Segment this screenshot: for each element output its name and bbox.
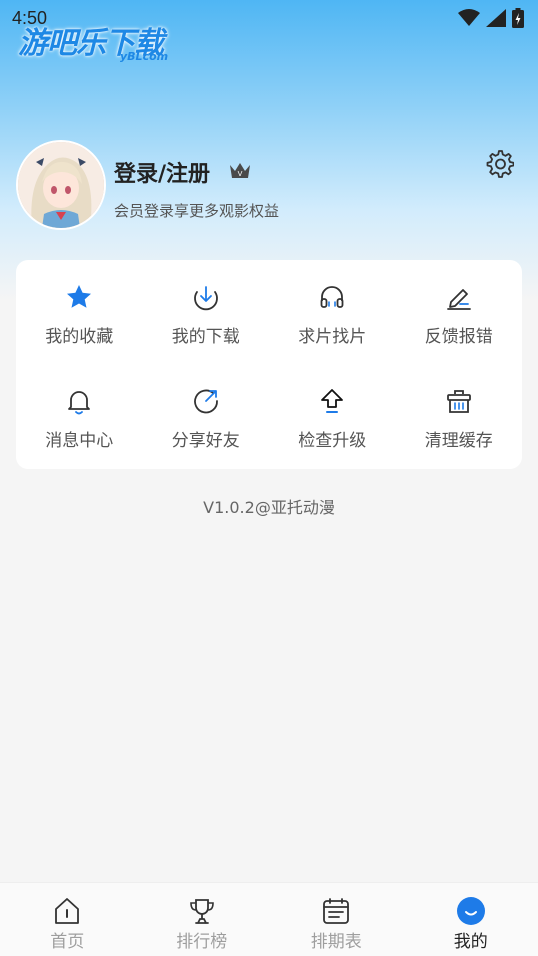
calendar-icon: [323, 898, 350, 924]
menu-item-downloads[interactable]: 我的下载: [143, 260, 270, 364]
bell-icon: [68, 391, 91, 415]
crown-icon: V: [230, 163, 250, 178]
nav-ranking[interactable]: 排行榜: [135, 883, 270, 956]
menu-item-messages[interactable]: 消息中心: [16, 364, 143, 469]
battery-icon: [512, 8, 524, 28]
profile-icon: [456, 897, 485, 925]
menu-label: 我的收藏: [45, 327, 114, 347]
share-icon: [193, 389, 218, 414]
menu-label: 检查升级: [298, 431, 367, 451]
menu-label: 消息中心: [45, 431, 114, 451]
menu-item-clear-cache[interactable]: 清理缓存: [396, 364, 523, 469]
crown-letter: V: [238, 170, 243, 178]
version-text: V1.0.2@亚托动漫: [203, 498, 335, 517]
nav-label: 首页: [50, 932, 85, 952]
login-subtitle: 会员登录享更多观影权益: [114, 202, 280, 220]
nav-mine[interactable]: 我的: [404, 883, 538, 956]
settings-gear-icon[interactable]: [484, 148, 514, 178]
bottom-navigation: 首页 排行榜 排期表 我的: [0, 882, 538, 956]
basket-icon: [446, 390, 471, 413]
nav-label: 我的: [453, 932, 488, 952]
menu-item-request[interactable]: 求片找片: [269, 260, 396, 364]
upgrade-icon: [321, 389, 344, 413]
menu-item-favorites[interactable]: 我的收藏: [16, 260, 143, 364]
wifi-icon: [458, 9, 480, 26]
nav-schedule[interactable]: 排期表: [269, 883, 404, 956]
edit-icon: [446, 289, 471, 310]
login-title[interactable]: 登录/注册: [114, 156, 210, 188]
nav-label: 排行榜: [176, 932, 228, 952]
avatar[interactable]: [16, 140, 106, 230]
menu-label: 清理缓存: [424, 431, 493, 451]
menu-item-feedback[interactable]: 反馈报错: [396, 260, 523, 364]
menu-label: 求片找片: [298, 327, 367, 347]
profile-header[interactable]: 登录/注册 V 会员登录享更多观影权益: [16, 140, 522, 230]
menu-label: 反馈报错: [424, 327, 493, 347]
headphones-icon: [320, 286, 344, 308]
download-icon: [193, 286, 218, 311]
trophy-icon: [189, 899, 214, 924]
menu-item-upgrade[interactable]: 检查升级: [269, 364, 396, 469]
nav-label: 排期表: [310, 932, 362, 952]
watermark-sub: yBLcom: [120, 50, 169, 63]
function-menu-card: 我的收藏 我的下载 求片找片 反馈报错 消息中心 分享好友 检查升级 清理缓存: [16, 260, 522, 469]
avatar-illustration: [18, 142, 104, 228]
star-icon: [67, 285, 92, 308]
signal-icon: [486, 9, 506, 27]
menu-item-share[interactable]: 分享好友: [143, 364, 270, 469]
nav-home[interactable]: 首页: [0, 883, 135, 956]
home-icon: [55, 898, 80, 924]
status-icons: [458, 8, 524, 28]
menu-label: 分享好友: [171, 431, 240, 451]
menu-label: 我的下载: [171, 327, 240, 347]
